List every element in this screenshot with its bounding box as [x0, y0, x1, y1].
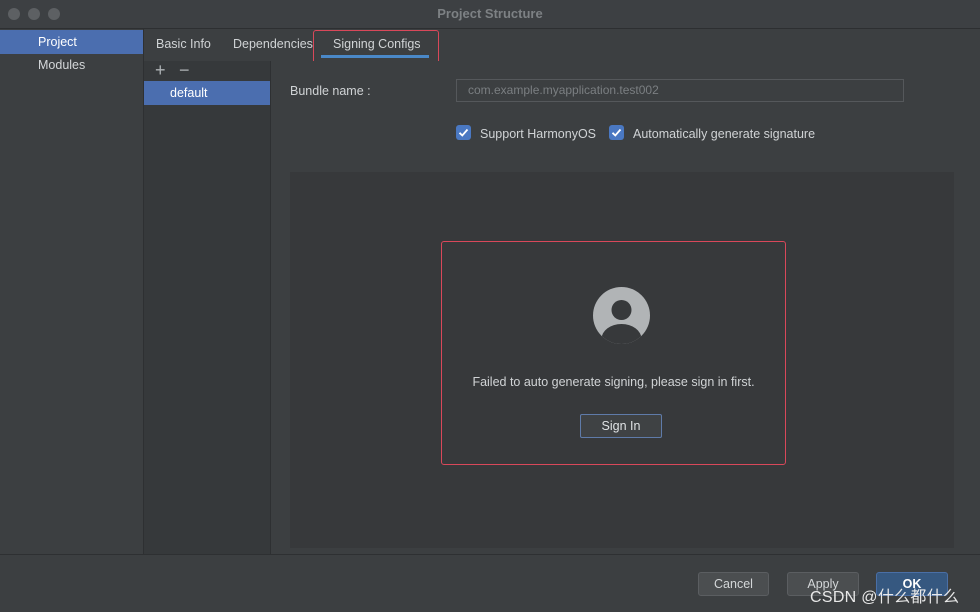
auto-signing-area: Failed to auto generate signing, please …	[290, 172, 954, 548]
auto-signature-label: Automatically generate signature	[633, 127, 816, 141]
bundle-name-label: Bundle name :	[290, 84, 371, 98]
bundle-name-field[interactable]: com.example.myapplication.test002	[456, 79, 904, 102]
cancel-button[interactable]: Cancel	[698, 572, 769, 596]
checkmark-icon	[611, 128, 622, 137]
sidebar: Project Modules	[0, 29, 144, 611]
tab-dependencies[interactable]: Dependencies	[233, 37, 313, 51]
remove-config-button[interactable]: −	[179, 60, 190, 81]
auto-signature-checkbox[interactable]	[609, 125, 624, 140]
signing-config-list-panel: + − default	[144, 60, 271, 554]
add-config-button[interactable]: +	[155, 60, 166, 81]
sign-in-required-message: Failed to auto generate signing, please …	[472, 375, 755, 389]
checkmark-icon	[458, 128, 469, 137]
tab-highlight-box	[313, 30, 439, 65]
avatar-icon	[593, 287, 650, 344]
window-title: Project Structure	[437, 6, 543, 21]
tab-basic-info[interactable]: Basic Info	[156, 37, 211, 51]
signing-config-form: Bundle name : com.example.myapplication.…	[271, 61, 980, 554]
config-item-default[interactable]: default	[144, 81, 270, 105]
sign-in-button[interactable]: Sign In	[580, 414, 662, 438]
sidebar-item-modules[interactable]: Modules	[0, 53, 143, 77]
tab-bar: Basic Info Dependencies Signing Configs	[144, 29, 980, 61]
support-harmonyos-label: Support HarmonyOS	[480, 127, 597, 141]
title-bar: Project Structure	[0, 0, 980, 29]
project-structure-window: Project Structure Project Modules Basic …	[0, 0, 980, 612]
sidebar-item-project[interactable]: Project	[0, 30, 143, 54]
support-harmonyos-checkbox[interactable]	[456, 125, 471, 140]
watermark-text: CSDN @什么都什么	[810, 589, 960, 606]
